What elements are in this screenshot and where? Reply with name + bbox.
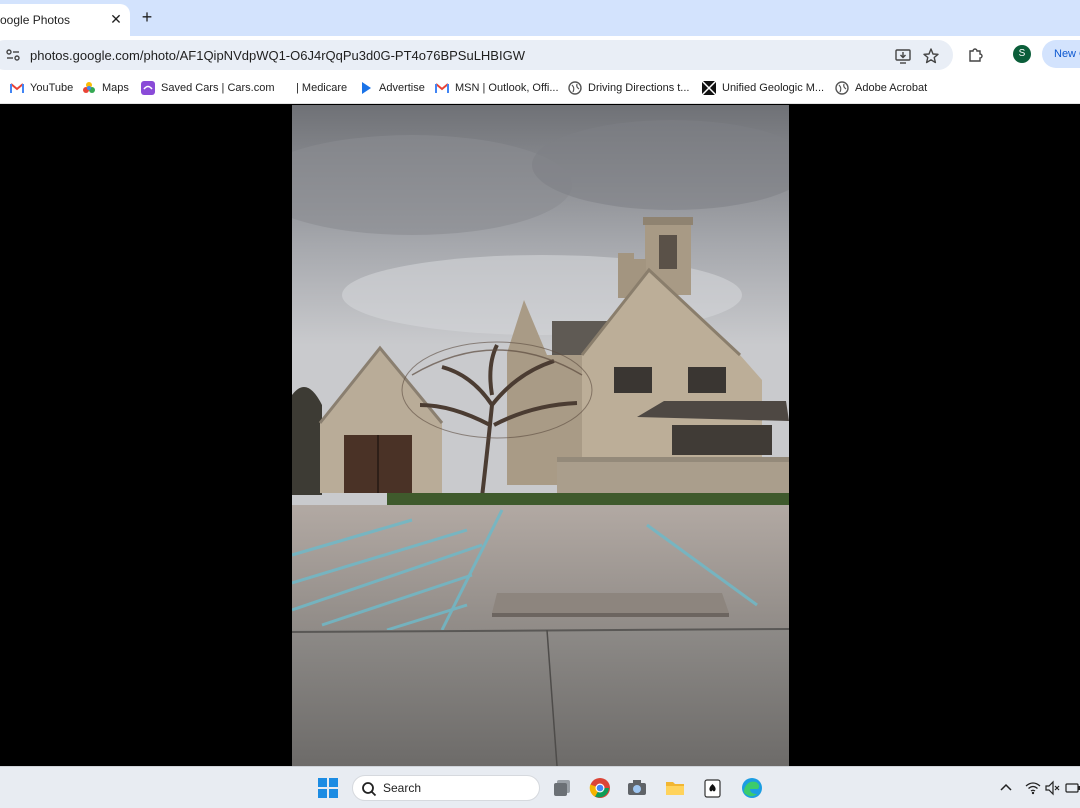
tab-title: oogle Photos xyxy=(0,13,71,27)
speaker-muted-icon[interactable] xyxy=(1045,780,1061,796)
search-label: Search xyxy=(383,781,422,795)
address-bar[interactable]: photos.google.com/photo/AF1QipNVdpWQ1-O6… xyxy=(0,40,953,70)
bookmark-label: MSN | Outlook, Offi... xyxy=(455,82,559,94)
new-chrome-button[interactable]: New C xyxy=(1042,40,1080,68)
globe-icon xyxy=(835,81,849,95)
windows-start-icon[interactable] xyxy=(318,778,338,798)
maps-icon xyxy=(83,82,95,93)
chrome-icon[interactable] xyxy=(589,777,611,799)
bookmark-msn[interactable]: MSN | Outlook, Offi... xyxy=(435,80,559,96)
extensions-icon[interactable] xyxy=(966,45,984,63)
bookmark-youtube[interactable]: YouTube xyxy=(10,80,73,96)
battery-icon[interactable] xyxy=(1065,780,1080,796)
bookmark-label: Advertise xyxy=(379,82,425,94)
bookmark-label: Unified Geologic M... xyxy=(722,82,825,94)
gmail-icon xyxy=(435,83,449,93)
bookmark-label: Adobe Acrobat xyxy=(855,82,928,94)
edge-icon[interactable] xyxy=(741,777,763,799)
bookmark-label: Saved Cars | Cars.com xyxy=(161,82,275,94)
bookmark-medicare[interactable]: | Medicare xyxy=(296,80,347,96)
search-icon xyxy=(362,782,377,797)
solitaire-icon[interactable] xyxy=(702,777,724,799)
task-view-icon[interactable] xyxy=(551,777,573,799)
bookmark-maps[interactable]: Maps xyxy=(82,80,129,96)
new-tab-button[interactable]: + xyxy=(137,7,157,27)
globe-icon xyxy=(568,81,582,95)
geologic-icon xyxy=(702,81,716,95)
cars-icon xyxy=(141,81,155,95)
camera-icon[interactable] xyxy=(626,777,648,799)
site-info-icon[interactable] xyxy=(5,47,21,63)
windows-taskbar: Search xyxy=(0,766,1080,808)
tab-close-icon[interactable]: ✕ xyxy=(106,9,126,29)
chevron-up-icon[interactable] xyxy=(998,780,1014,796)
play-icon xyxy=(362,82,371,94)
browser-toolbar: photos.google.com/photo/AF1QipNVdpWQ1-O6… xyxy=(0,36,1080,72)
tab-google-photos[interactable]: oogle Photos ✕ xyxy=(0,4,130,36)
gmail-icon xyxy=(10,83,24,93)
install-app-icon[interactable] xyxy=(894,47,912,65)
bookmark-saved-cars[interactable]: Saved Cars | Cars.com xyxy=(141,80,275,96)
bookmark-adobe-acrobat[interactable]: Adobe Acrobat xyxy=(835,80,927,96)
url-text[interactable]: photos.google.com/photo/AF1QipNVdpWQ1-O6… xyxy=(30,48,525,63)
bookmarks-bar: YouTube Maps Saved Cars | Cars.com | Med… xyxy=(0,72,1080,104)
wifi-icon[interactable] xyxy=(1025,780,1041,796)
bookmark-label: Maps xyxy=(102,82,129,94)
file-explorer-icon[interactable] xyxy=(664,777,686,799)
tab-strip: oogle Photos ✕ + xyxy=(0,0,1080,36)
bookmark-advertise[interactable]: Advertise xyxy=(359,80,425,96)
profile-avatar[interactable]: S xyxy=(1013,45,1031,63)
bookmark-label: | Medicare xyxy=(296,82,348,94)
bookmark-star-icon[interactable] xyxy=(922,47,940,65)
bookmark-driving-directions[interactable]: Driving Directions t... xyxy=(568,80,689,96)
bookmark-label: YouTube xyxy=(30,82,74,94)
photo-image[interactable] xyxy=(292,105,789,766)
bookmark-label: Driving Directions t... xyxy=(588,82,690,94)
photo-viewer xyxy=(0,105,1080,766)
bookmark-unified-geologic[interactable]: Unified Geologic M... xyxy=(702,80,824,96)
taskbar-search[interactable]: Search xyxy=(352,775,540,801)
